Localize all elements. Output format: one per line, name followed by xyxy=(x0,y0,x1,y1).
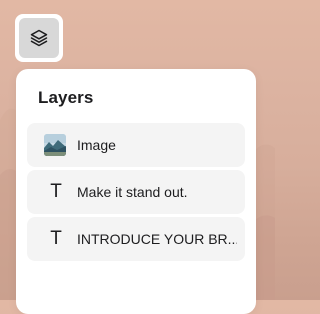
layers-panel: Layers Image T Make it stand out. T INTR… xyxy=(16,69,256,314)
image-thumbnail-icon xyxy=(44,134,66,156)
layer-label: Image xyxy=(77,137,116,153)
layer-label: Make it stand out. xyxy=(77,184,188,200)
layer-row-text[interactable]: T Make it stand out. xyxy=(27,170,245,214)
layer-row-text[interactable]: T INTRODUCE YOUR BR... xyxy=(27,217,245,261)
layers-toggle-surface xyxy=(19,18,59,58)
layers-toggle-button[interactable] xyxy=(15,14,63,62)
panel-title: Layers xyxy=(38,88,94,107)
layers-icon xyxy=(30,29,48,47)
layer-row-image[interactable]: Image xyxy=(27,123,245,167)
layer-label: INTRODUCE YOUR BR... xyxy=(77,231,237,247)
text-icon: T xyxy=(50,228,62,249)
text-icon: T xyxy=(50,181,62,202)
